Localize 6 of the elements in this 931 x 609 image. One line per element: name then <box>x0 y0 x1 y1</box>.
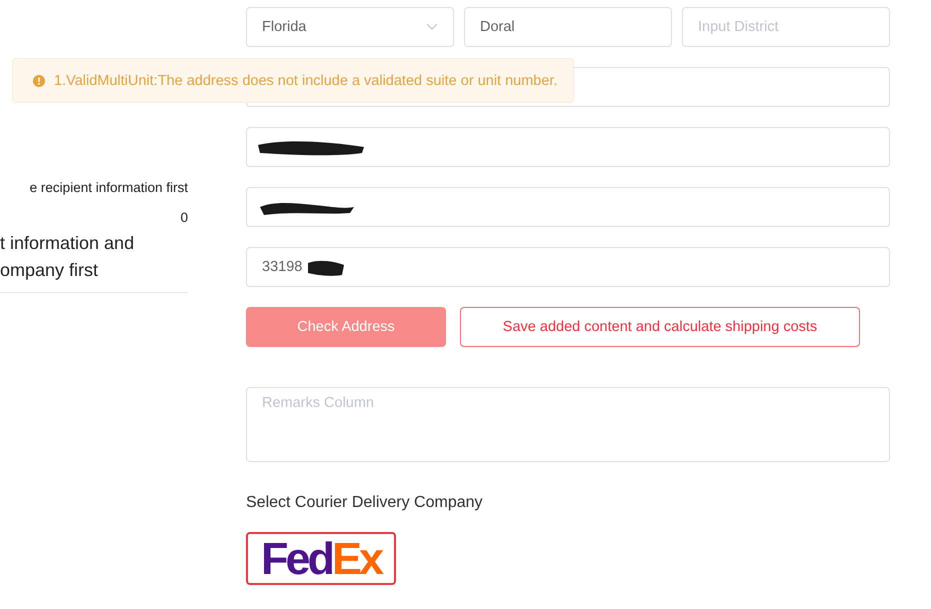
section-heading: t information and <box>0 232 134 255</box>
hint-text: e recipient information first <box>30 179 188 197</box>
alert-message: 1.ValidMultiUnit:The address does not include a validated suite or unit number. <box>54 72 558 88</box>
count-text: 0 <box>180 209 188 227</box>
section-heading: ompany first <box>0 259 98 282</box>
section-label: Select Courier Delivery Company <box>246 494 483 512</box>
